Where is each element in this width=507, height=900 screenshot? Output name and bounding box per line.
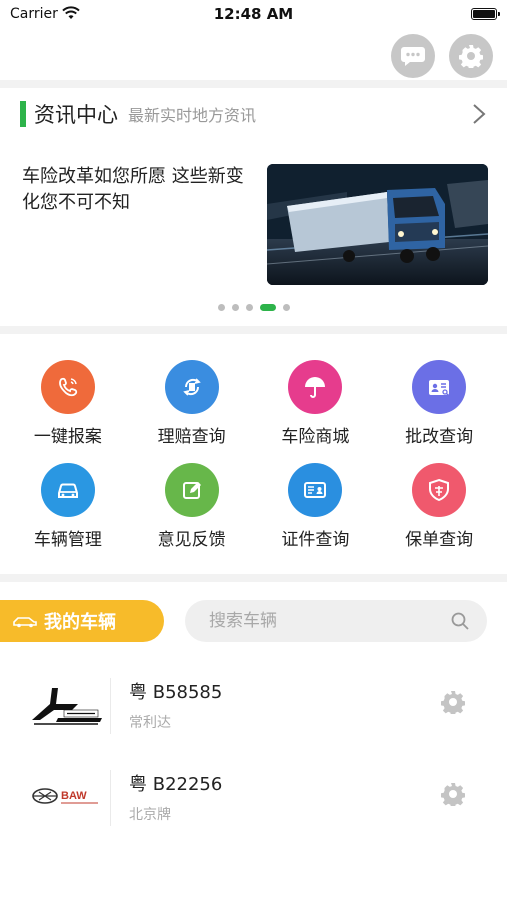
news-title: 资讯中心 — [34, 103, 118, 127]
carousel-dot[interactable] — [231, 304, 239, 311]
feature-certificate[interactable]: 证件查询 — [254, 463, 378, 550]
truck-photo — [267, 164, 488, 285]
changlida-logo — [32, 688, 102, 725]
news-subtitle: 最新实时地方资讯 — [128, 106, 257, 125]
baw-logo: BAW — [32, 788, 98, 804]
search-icon[interactable] — [451, 612, 469, 630]
feature-label: 理赔查询 — [157, 427, 226, 447]
vehicle-search-input[interactable] — [209, 611, 451, 631]
news-article-title[interactable]: 车险改革如您所愿 这些新变化您不可不知 — [22, 164, 252, 216]
message-button[interactable] — [391, 34, 435, 78]
umbrella-icon — [288, 360, 343, 414]
carousel-dot[interactable] — [245, 304, 253, 311]
status-bar: Carrier 12:48 AM — [0, 0, 507, 30]
top-actions — [391, 34, 493, 78]
feature-label: 车险商城 — [281, 427, 350, 447]
brand-logo — [28, 680, 104, 728]
gear-icon — [459, 45, 483, 68]
news-header[interactable]: 资讯中心 最新实时地方资讯 — [20, 98, 487, 130]
feature-label: 证件查询 — [281, 530, 350, 550]
settings-button[interactable] — [449, 34, 493, 78]
carousel-dot-active[interactable] — [259, 304, 276, 311]
battery-icon — [471, 8, 500, 20]
car-outline-icon — [13, 617, 37, 628]
news-article-image[interactable] — [267, 164, 488, 285]
brand-logo: BAW — [28, 772, 104, 820]
edit-icon — [164, 463, 219, 517]
accent-bar — [20, 101, 26, 127]
feature-label: 意见反馈 — [157, 530, 226, 550]
vehicle-row[interactable]: 粤 B58585 常利达 — [0, 660, 507, 752]
section-divider — [0, 326, 507, 334]
carousel-indicator[interactable] — [0, 304, 507, 311]
feature-grid: 一键报案 理赔查询 车险商城 批改查询车辆管理 意见反馈 证件查询 保单查询 — [6, 360, 501, 550]
vehicle-search[interactable] — [185, 600, 487, 642]
feature-label: 车辆管理 — [33, 530, 102, 550]
row-separator — [110, 678, 111, 734]
feature-policy-shield[interactable]: 保单查询 — [377, 463, 501, 550]
feature-label: 保单查询 — [405, 530, 474, 550]
feature-phone[interactable]: 一键报案 — [6, 360, 130, 447]
certificate-icon — [288, 463, 343, 517]
clock: 12:48 AM — [213, 5, 294, 23]
vehicle-brand: 常利达 — [129, 715, 171, 731]
policy-shield-icon — [412, 463, 467, 517]
vehicle-plate: 粤 B58585 — [129, 682, 223, 703]
section-divider — [0, 80, 507, 88]
section-divider — [0, 574, 507, 582]
feature-id-card-search[interactable]: 批改查询 — [377, 360, 501, 447]
vehicle-plate: 粤 B22256 — [129, 774, 223, 795]
vehicle-brand: 北京牌 — [129, 807, 171, 823]
feature-label: 一键报案 — [33, 427, 102, 447]
id-card-search-icon — [412, 360, 467, 414]
feature-claim-refresh[interactable]: 理赔查询 — [130, 360, 254, 447]
carousel-dot[interactable] — [217, 304, 225, 311]
car-icon — [40, 463, 95, 517]
vehicle-row[interactable]: BAW 粤 B22256 北京牌 — [0, 752, 507, 844]
carousel-dot[interactable] — [282, 304, 290, 311]
vehicle-settings-gear-icon[interactable] — [441, 782, 465, 806]
phone-icon — [40, 360, 95, 414]
vehicle-settings-gear-icon[interactable] — [441, 690, 465, 714]
row-separator — [110, 770, 111, 826]
my-vehicles-tab[interactable]: 我的车辆 — [0, 600, 164, 642]
feature-car[interactable]: 车辆管理 — [6, 463, 130, 550]
chevron-right-icon[interactable] — [471, 103, 487, 125]
feature-label: 批改查询 — [405, 427, 474, 447]
my-vehicles-label: 我的车辆 — [44, 612, 116, 633]
feature-umbrella[interactable]: 车险商城 — [254, 360, 378, 447]
chat-bubble-icon — [401, 47, 425, 66]
feature-edit[interactable]: 意见反馈 — [130, 463, 254, 550]
svg-text:BAW: BAW — [61, 790, 87, 802]
claim-refresh-icon — [164, 360, 219, 414]
